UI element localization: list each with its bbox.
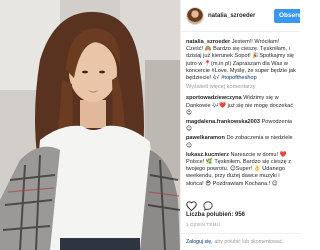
- photo-illustration: [0, 0, 180, 250]
- post-username[interactable]: natalia_szroeder: [208, 13, 255, 19]
- caption-hashtag[interactable]: #topoftheshop: [221, 75, 256, 81]
- caption-username[interactable]: natalia_szroeder: [186, 39, 230, 45]
- post-photo: [0, 0, 180, 250]
- list-item: magdalena.frankowska2003 Powodzenia 😊: [186, 119, 296, 133]
- comment-username[interactable]: magdalena.frankowska2003: [186, 119, 260, 125]
- login-prompt-text: aby polubić lub skomentować.: [214, 239, 284, 245]
- post-header: natalia_szroeder Obserwuj: [181, 0, 300, 32]
- avatar[interactable]: [186, 6, 204, 25]
- comment-icon[interactable]: [203, 201, 213, 211]
- comment-username[interactable]: pawelkaramon: [186, 135, 225, 141]
- heart-icon[interactable]: [186, 201, 197, 211]
- likes-count[interactable]: Liczba polubień: 956: [186, 212, 245, 218]
- list-item: sportowadziewczyna Widzimy się w Dankowi…: [186, 95, 296, 117]
- comments-list: natalia_szroeder Jestem!! Wróciłam! Cześ…: [181, 32, 300, 196]
- post-date: 1 DZIEŃ TEMU: [186, 222, 221, 227]
- comment-username[interactable]: lukasz.kucmierz: [186, 152, 229, 158]
- follow-button[interactable]: Obserwuj: [274, 8, 300, 23]
- post-side-panel: natalia_szroeder Obserwuj natalia_szroed…: [180, 0, 301, 250]
- caption: natalia_szroeder Jestem!! Wróciłam! Cześ…: [186, 39, 296, 82]
- login-prompt: Zaloguj się, aby polubić lub skomentować…: [181, 233, 301, 250]
- list-item: pawelkaramon Do zobaczenia w niedziele 😊: [186, 135, 296, 149]
- load-more-comments[interactable]: Wyświetl więcej komentarzy: [186, 84, 296, 91]
- list-item: lukasz.kucmierz Nareszcie w domu! ❤️ Pol…: [186, 152, 296, 188]
- login-link[interactable]: Zaloguj się,: [186, 239, 213, 245]
- comment-username[interactable]: sportowadziewczyna: [186, 95, 242, 101]
- post-actions: [186, 201, 213, 211]
